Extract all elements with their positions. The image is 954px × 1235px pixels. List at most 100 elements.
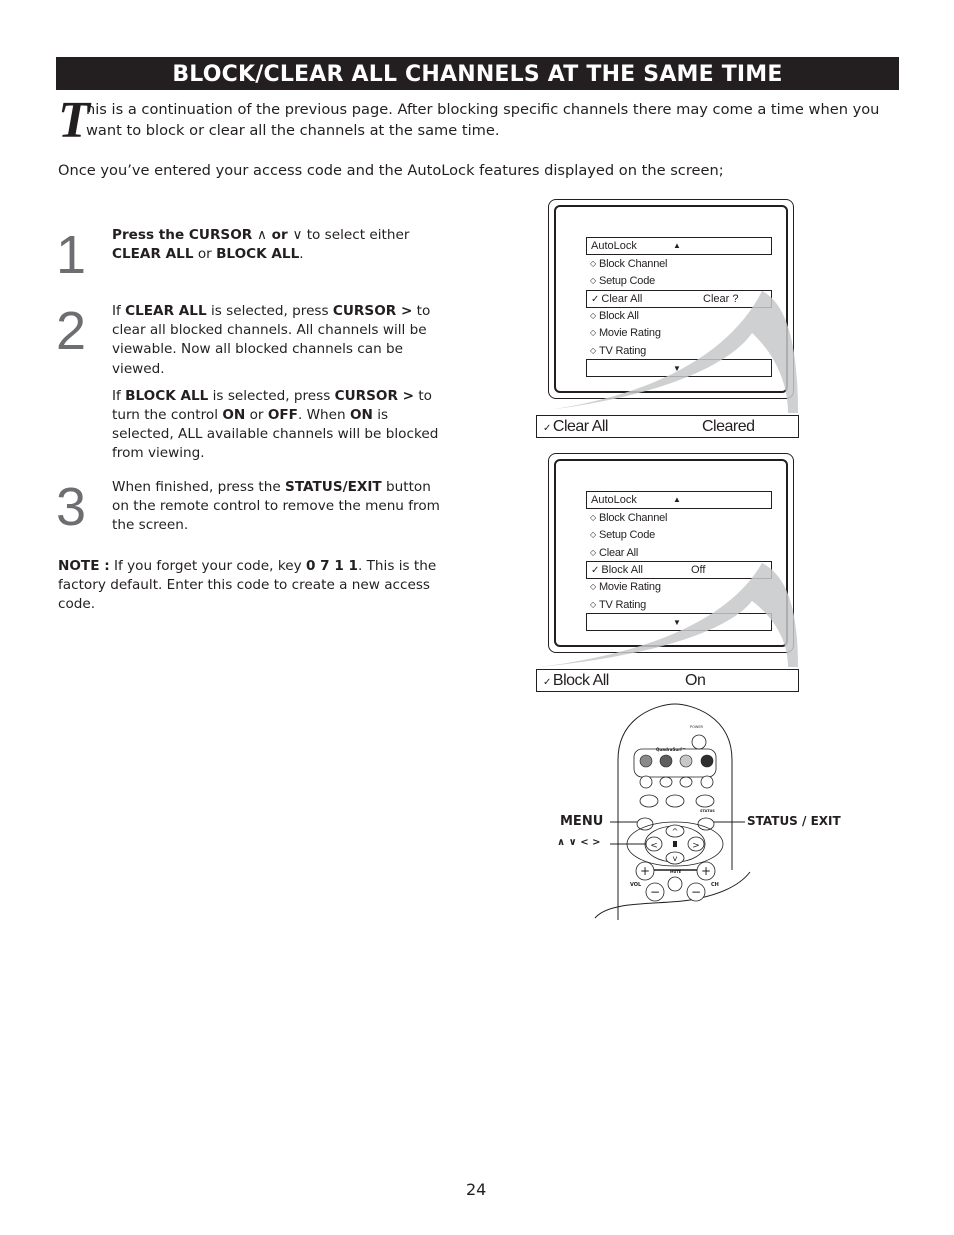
lead-sentence: Once you’ve entered your access code and…: [58, 162, 724, 179]
intro-text: his is a continuation of the previous pa…: [86, 101, 880, 139]
arrow-down-icon: ▼: [673, 618, 681, 627]
menu-item-label: Setup Code: [598, 529, 656, 542]
step-2-number: 2: [56, 301, 87, 361]
text-run: ∧: [256, 227, 267, 243]
quadrasurf-button: [679, 754, 693, 768]
svg-text:−: −: [650, 885, 660, 899]
menu-item-label: Block All: [598, 309, 639, 322]
diamond-bullet-icon: ◇: [590, 582, 596, 592]
text-run: OFF: [267, 407, 298, 424]
text-run: BLOCK ALL: [216, 246, 300, 263]
text-run: If: [112, 387, 126, 404]
diamond-bullet-icon: ◇: [590, 328, 596, 338]
menu-item[interactable]: ◇ TV Rating: [590, 597, 646, 613]
result-label: ✓ Clear All: [543, 418, 608, 435]
diamond-bullet-icon: ◇: [590, 259, 596, 268]
text-run: Press the CURSOR: [112, 227, 257, 243]
diamond-bullet-icon: ◇: [590, 547, 596, 557]
menu-callout: MENU: [560, 814, 604, 829]
cursor-callout: ∧ ∨ < >: [557, 837, 601, 848]
menu-bottom-bar: ▼: [586, 613, 772, 631]
menu-item-label: Clear All: [601, 292, 643, 305]
arrow-up-icon: ▲: [673, 241, 681, 250]
svg-text:+: +: [701, 864, 711, 878]
step-paragraph: When finished, press the STATUS/EXIT but…: [112, 478, 447, 536]
text-run: ON: [222, 407, 246, 424]
text-run: CLEAR ALL: [112, 246, 194, 263]
menu-item-selected[interactable]: ✓ Clear All Clear ?: [586, 289, 772, 308]
menu-item-label: Movie Rating: [598, 581, 661, 594]
text-run: is selected, press: [206, 303, 333, 319]
text-run: ON: [349, 407, 373, 424]
status-exit-callout: STATUS / EXIT: [747, 814, 841, 828]
text-run: is selected, press: [208, 387, 335, 404]
menu-item-label: Block All: [601, 563, 643, 576]
menu-item[interactable]: ◇ Movie Rating: [590, 325, 661, 341]
menu-item-label: Block Channel: [598, 512, 668, 524]
dropcap: T: [58, 92, 90, 149]
menu-title-bar: AutoLock ▲: [586, 237, 772, 255]
tv-screen-block-all: AutoLock ▲ ▼ ◇ Block Channel ◇ Setup Code ◇ C…: [548, 453, 794, 653]
result-box-clear-all: ✓ Clear All Cleared: [536, 415, 799, 438]
menu-item[interactable]: ◇ Setup Code: [590, 527, 655, 543]
diamond-bullet-icon: ◇: [590, 310, 596, 320]
step-3-text: When finished, press the STATUS/EXIT but…: [112, 478, 447, 536]
diamond-bullet-icon: ◇: [590, 530, 596, 540]
svg-text:^: ^: [672, 827, 679, 836]
svg-text:>: >: [692, 841, 700, 851]
check-icon: ✓: [591, 293, 600, 305]
menu-item-selected[interactable]: ✓ Block All Off: [586, 560, 772, 579]
quadrasurf-button: [659, 754, 673, 768]
text-run: If: [112, 303, 126, 319]
check-icon: ✓: [591, 564, 600, 576]
text-run: BLOCK ALL: [125, 387, 209, 404]
mute-label: MUTE: [670, 870, 682, 874]
svg-text:−: −: [691, 885, 701, 899]
text-run: If you forget your code, key: [109, 558, 306, 574]
menu-item[interactable]: ◇ Block All: [590, 308, 639, 324]
check-icon: ✓: [543, 677, 551, 688]
text-run: ∨ to select either: [292, 227, 410, 243]
step-3-number: 3: [56, 477, 87, 537]
page-number: 24: [466, 1180, 487, 1199]
menu-item[interactable]: ◇ Block Channel: [590, 256, 667, 272]
menu-item[interactable]: ◇ Clear All: [590, 545, 638, 561]
quadrasurf-label: QuadraSurf™: [656, 747, 686, 752]
quadrasurf-button: [700, 754, 714, 768]
ch-label: CH: [711, 882, 719, 888]
result-label: ✓ Block All: [543, 672, 609, 689]
menu-item-label: TV Rating: [598, 344, 647, 357]
diamond-bullet-icon: ◇: [590, 345, 596, 355]
text-run: 0 7 1 1: [305, 558, 358, 574]
text-run: or: [266, 227, 293, 243]
text-run: . When: [297, 407, 350, 424]
text-run: STATUS/EXIT: [285, 479, 382, 495]
menu-title: AutoLock: [591, 494, 637, 506]
result-value: Cleared: [702, 418, 755, 435]
menu-item-label: TV Rating: [598, 598, 647, 611]
step-1-number: 1: [56, 225, 87, 285]
tv-screen-inner: AutoLock ▲ ▼ ◇ Block Channel ◇ Setup Code ◇ C…: [554, 459, 788, 647]
text-run: .: [299, 246, 304, 263]
remote-control-illustration: + + − − < > ^ v MENU ∧ ∨ < > STATUS / EX…: [550, 700, 870, 930]
text-run: or: [193, 246, 217, 263]
menu-title: AutoLock: [591, 240, 637, 252]
menu-item[interactable]: ◇ Setup Code: [590, 273, 655, 289]
menu-item-label: Setup Code: [598, 275, 656, 288]
result-value: On: [685, 672, 706, 689]
diamond-bullet-icon: ◇: [590, 599, 596, 609]
status-label: STATUS: [700, 809, 715, 813]
text-run: When finished, press the: [112, 479, 286, 495]
quadrasurf-button: [639, 754, 653, 768]
text-run: or: [245, 407, 268, 424]
menu-item[interactable]: ◇ Movie Rating: [590, 579, 661, 595]
text-run: CLEAR ALL: [125, 303, 207, 319]
menu-item[interactable]: ◇ Block Channel: [590, 510, 667, 526]
diamond-bullet-icon: ◇: [590, 276, 596, 286]
menu-item[interactable]: ◇ TV Rating: [590, 343, 646, 359]
intro-paragraph: T his is a continuation of the previous …: [58, 92, 903, 149]
tv-screen-clear-all: AutoLock ▲ ▼ ◇ Block Channel ◇ Setup Code ✓ C…: [548, 199, 794, 399]
svg-text:+: +: [640, 864, 650, 878]
arrow-up-icon: ▲: [673, 495, 681, 504]
result-box-block-all: ✓ Block All On: [536, 669, 799, 692]
